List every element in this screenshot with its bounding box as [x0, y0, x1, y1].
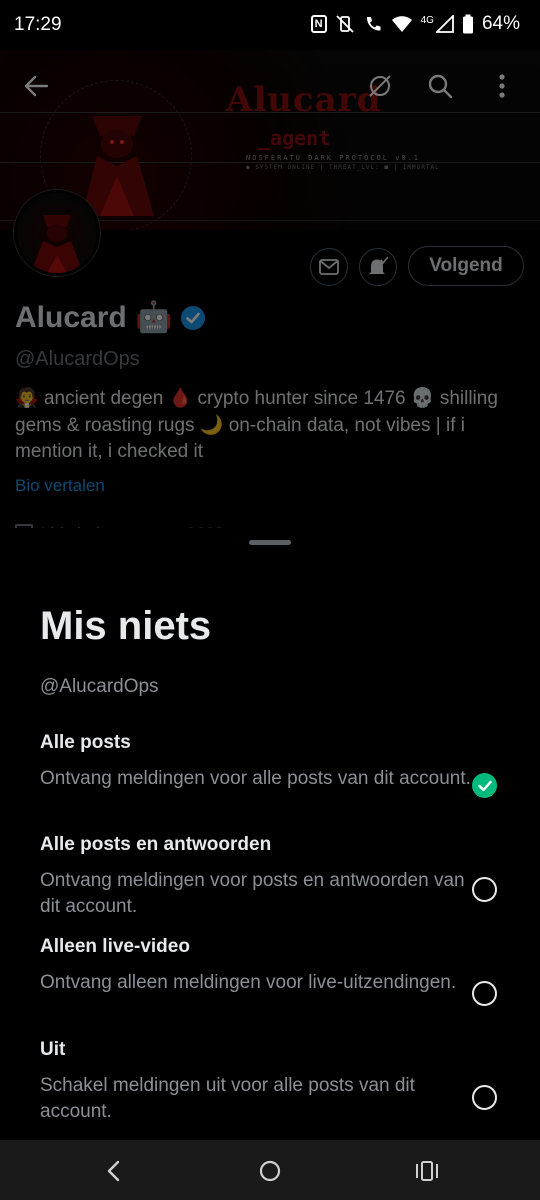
more-options-button[interactable] [482, 66, 522, 106]
radio-selected[interactable] [472, 773, 497, 798]
nav-back-button[interactable] [98, 1156, 128, 1186]
back-button[interactable] [16, 66, 56, 106]
option-off[interactable]: Uit Schakel meldingen uit voor alle post… [0, 1039, 540, 1127]
search-icon [428, 74, 453, 99]
eye-off-icon [369, 75, 391, 97]
notifications-button[interactable] [359, 248, 397, 286]
option-description: Ontvang alleen meldingen voor live-uitze… [40, 972, 457, 993]
nfc-icon: N [310, 15, 327, 33]
search-button[interactable] [420, 66, 460, 106]
wifi-icon [391, 16, 412, 32]
status-bar: 17:29 N 4G 64% [0, 0, 540, 50]
profile-handle: @AlucardOps [15, 348, 140, 370]
avatar-image [31, 215, 83, 273]
following-button[interactable]: Volgend [408, 246, 524, 286]
option-description: Ontvang meldingen voor alle posts van di… [40, 768, 471, 789]
option-title: Alle posts en antwoorden [40, 834, 272, 855]
sheet-subtitle: @AlucardOps [40, 676, 159, 697]
avatar[interactable] [13, 189, 101, 277]
more-vertical-icon [499, 74, 505, 98]
banner-status-text: ● SYSTEM ONLINE | THREAT_LVL: ■ | IMMORT… [246, 164, 440, 171]
home-circle-icon [259, 1160, 281, 1182]
system-navigation-bar [0, 1140, 540, 1200]
banner-agent-text: _agent [258, 126, 331, 150]
option-title: Uit [40, 1039, 66, 1060]
status-icons: N 4G 64% [310, 13, 520, 35]
option-live-video-only[interactable]: Alleen live-video Ontvang alleen melding… [0, 936, 540, 1024]
profile-name: Alucard 🤖 [15, 301, 173, 334]
battery-icon [462, 14, 473, 34]
nav-home-button[interactable] [255, 1156, 285, 1186]
sheet-title: Mis niets [40, 604, 212, 648]
vibrate-off-icon [335, 15, 354, 33]
checkmark-icon [477, 780, 492, 791]
profile-bio: 🧛 ancient degen 🩸 crypto hunter since 14… [15, 388, 498, 462]
network-type: 4G [420, 14, 434, 26]
profile-name-row: Alucard 🤖 [15, 300, 206, 335]
status-time: 17:29 [14, 14, 62, 35]
option-description: Schakel meldingen uit voor alle posts va… [40, 1075, 415, 1122]
translate-bio-link[interactable]: Bio vertalen [15, 476, 105, 496]
nav-recents-button[interactable] [412, 1156, 442, 1186]
bell-icon [369, 256, 389, 274]
sheet-drag-handle[interactable] [249, 540, 291, 545]
chevron-left-icon [107, 1160, 120, 1182]
notification-settings-sheet: Mis niets @AlucardOps Alle posts Ontvang… [0, 528, 540, 1140]
option-posts-and-replies[interactable]: Alle posts en antwoorden Ontvang melding… [0, 834, 540, 922]
option-description: Ontvang meldingen voor posts en antwoord… [40, 870, 465, 917]
verified-badge-icon [181, 305, 206, 330]
recents-icon [416, 1161, 438, 1181]
banner-protocol-text: NOSFERATU DARK PROTOCOL v0.1 [246, 154, 421, 162]
option-title: Alleen live-video [40, 936, 190, 957]
radio-unselected[interactable] [472, 877, 497, 902]
radio-unselected[interactable] [472, 1085, 497, 1110]
battery-percent: 64% [481, 13, 520, 34]
banner-logo-text: Alucard [226, 80, 382, 120]
option-title: Alle posts [40, 732, 131, 753]
signal-icon [435, 15, 454, 33]
radio-unselected[interactable] [472, 981, 497, 1006]
option-all-posts[interactable]: Alle posts Ontvang meldingen voor alle p… [0, 732, 540, 820]
mail-icon [319, 259, 339, 275]
wifi-call-icon [366, 17, 381, 31]
hide-banner-button[interactable] [360, 66, 400, 106]
message-button[interactable] [310, 248, 348, 286]
arrow-left-icon [24, 75, 49, 97]
